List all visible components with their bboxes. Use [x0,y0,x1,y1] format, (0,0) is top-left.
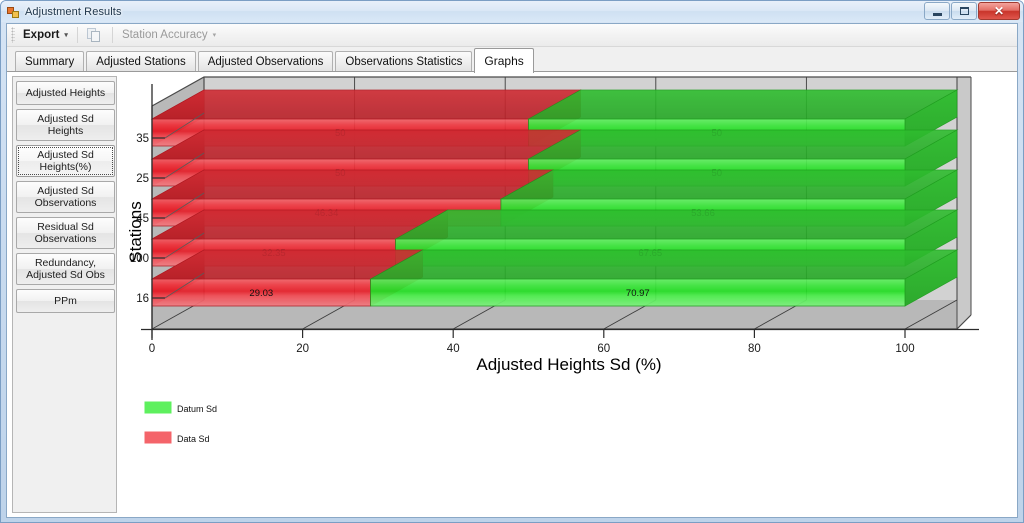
sidebar-item-label: Adjusted Heights [25,87,106,99]
bar-segment-datum-sd-top-face [527,89,959,120]
stacked-bar-chart: 5050505046.3453.6632.3567.6529.0370.97 3… [126,76,979,444]
tab-observations-statistics[interactable]: Observations Statistics [335,51,473,72]
tab-adjusted-observations[interactable]: Adjusted Observations [197,51,334,72]
legend-label: Datum Sd [177,404,217,414]
y-tick-label: 16 [136,293,149,305]
form-icon [6,5,20,19]
x-tick-label: 60 [597,343,610,355]
sidebar-item-residual-sd-observations[interactable]: Residual Sd Observations [16,217,115,249]
x-tick-label: 20 [296,343,309,355]
y-tick-label: 35 [136,133,149,145]
sidebar-item-adjusted-sd-heights-percent[interactable]: Adjusted Sd Heights(%) [16,145,115,177]
bar-segment-data-sd-top-face [150,89,582,120]
chart-bars: 5050505046.3453.6632.3567.6529.0370.97 [150,89,959,307]
sidebar-item-adjusted-sd-heights[interactable]: Adjusted Sd Heights [16,109,115,141]
bar-segment-data-sd-top-face [150,169,555,200]
tab-label: Summary [25,56,75,68]
x-tick-label: 40 [447,343,460,355]
station-accuracy-label: Station Accuracy [121,29,208,41]
sidebar-item-label: Adjusted Sd Heights [37,113,94,137]
y-tick-label: 25 [136,173,149,185]
chevron-down-icon: ▾ [212,32,217,39]
sidebar-item-label: Adjusted Sd Heights(%) [37,149,94,173]
bar-segment-data-sd-top-face [150,129,582,160]
x-tick-label: 80 [748,343,761,355]
tab-adjusted-stations[interactable]: Adjusted Stations [86,51,196,72]
chart-legend: Datum Sd Data Sd [144,401,217,444]
sidebar-item-label: Redundancy, Adjusted Sd Obs [26,257,105,281]
legend-label: Data Sd [177,434,210,444]
title-bar: Adjustment Results ✕ [1,1,1023,22]
window-controls: ✕ [924,2,1020,20]
bar-segment-data-sd-value-label: 29.03 [249,288,273,299]
toolbar-grip[interactable] [11,27,15,43]
legend-swatch [144,431,172,444]
sidebar-item-ppm[interactable]: PPm [16,289,115,313]
bar-segment-datum-sd-top-face [499,169,959,200]
bar-segment-datum-sd-value-label: 70.97 [626,288,650,299]
copy-button[interactable] [82,25,108,45]
application-window: Adjustment Results ✕ Export ▾ Station Ac… [0,0,1024,523]
bar-row: 29.03 70.97 [150,249,959,307]
toolbar-separator-1 [76,27,78,43]
x-tick-label: 0 [149,343,155,355]
bar-segment-datum-sd-top-face [394,209,959,240]
tab-label: Adjusted Observations [207,56,324,68]
x-tick-label: 100 [895,343,914,355]
x-axis-ticks: 0 20 40 60 80 100 [149,329,915,355]
client-area: Export ▾ Station Accuracy ▾ Summary Adju… [6,23,1018,518]
copy-icon [86,27,103,43]
legend-swatch [144,401,172,414]
sidebar-item-label: PPm [54,295,77,307]
tab-panel-graphs: Adjusted Heights Adjusted Sd Heights Adj… [7,72,1017,517]
sidebar-item-label: Adjusted Sd Observations [34,185,97,209]
close-icon: ✕ [993,4,1005,18]
x-axis-title: Adjusted Heights Sd (%) [476,355,661,374]
window-title: Adjustment Results [25,5,122,18]
export-label: Export [23,29,60,41]
chevron-down-icon: ▾ [64,32,68,39]
y-axis-title: Stations [126,201,145,262]
toolbar-separator-2 [111,27,113,43]
graph-type-list: Adjusted Heights Adjusted Sd Heights Adj… [12,76,117,513]
toolbar: Export ▾ Station Accuracy ▾ [7,24,1017,47]
chart-container: 5050505046.3453.6632.3567.6529.0370.97 3… [119,72,1017,517]
sidebar-item-label: Residual Sd Observations [34,221,97,245]
maximize-icon [959,7,969,15]
tab-label: Graphs [484,54,524,68]
chart-right-wall [957,77,971,329]
sidebar-item-redundancy-adjusted-sd-obs[interactable]: Redundancy, Adjusted Sd Obs [16,253,115,285]
tab-label: Observations Statistics [345,56,463,68]
minimize-button[interactable] [924,2,950,20]
export-menu-button[interactable]: Export ▾ [18,25,73,45]
minimize-icon [932,12,942,16]
tab-summary[interactable]: Summary [15,51,85,72]
station-accuracy-menu-button[interactable]: Station Accuracy ▾ [117,25,221,45]
tab-label: Adjusted Stations [96,56,186,68]
sidebar-item-adjusted-sd-observations[interactable]: Adjusted Sd Observations [16,181,115,213]
tab-bar: Summary Adjusted Stations Adjusted Obser… [7,47,1017,73]
close-button[interactable]: ✕ [978,2,1020,20]
maximize-button[interactable] [951,2,977,20]
bar-segment-datum-sd-top-face [527,129,959,160]
sidebar-item-adjusted-heights[interactable]: Adjusted Heights [16,81,115,105]
bar-segment-datum-sd-top-face [369,249,959,280]
tab-graphs[interactable]: Graphs [474,48,534,73]
